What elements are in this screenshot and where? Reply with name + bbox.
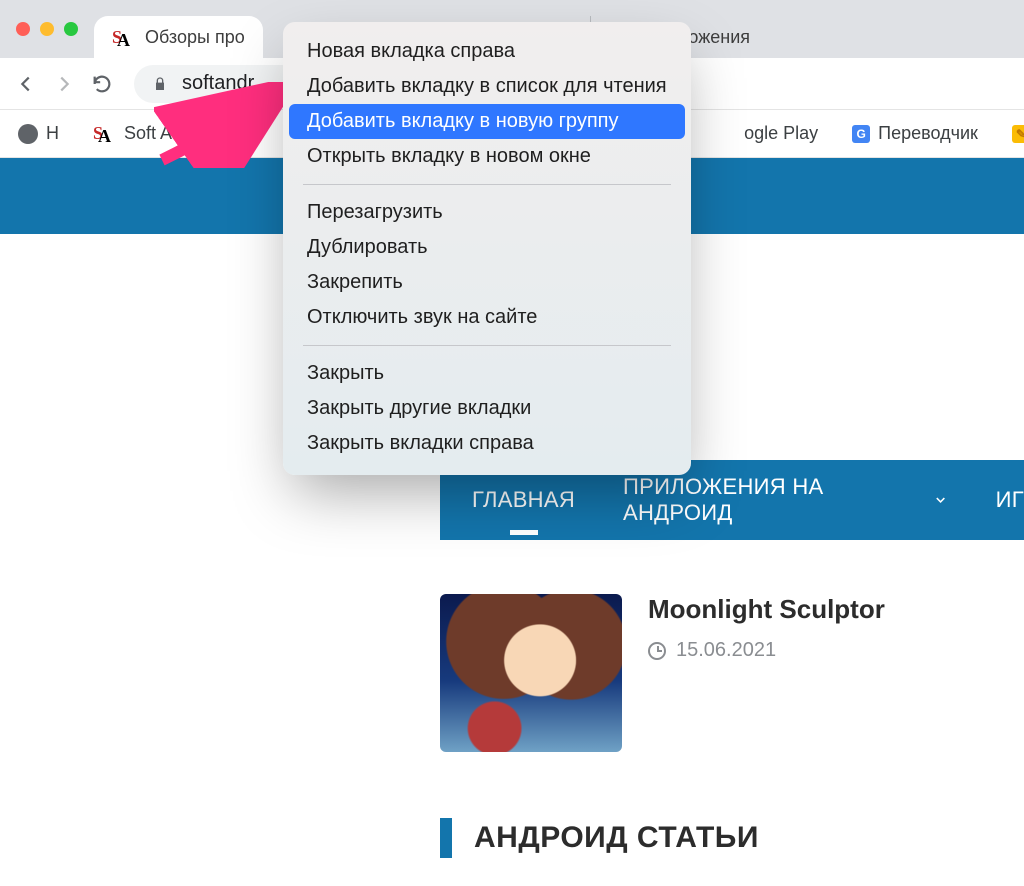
bookmark-label: Переводчик (878, 123, 978, 144)
minimize-window-button[interactable] (40, 22, 54, 36)
back-button[interactable] (14, 72, 38, 96)
favicon-sa-icon: S (93, 123, 116, 144)
tab-active[interactable]: S Обзоры про (94, 16, 263, 58)
translate-icon: G (852, 125, 870, 143)
nav-home[interactable]: ГЛАВНАЯ (472, 487, 575, 513)
ctx-duplicate[interactable]: Дублировать (289, 230, 685, 265)
forward-button[interactable] (52, 72, 76, 96)
section-heading: АНДРОИД СТАТЬИ (440, 818, 759, 858)
ctx-close-right[interactable]: Закрыть вкладки справа (289, 426, 685, 461)
ctx-separator (303, 345, 671, 346)
article-title: Moonlight Sculptor (648, 594, 885, 625)
nav-apps[interactable]: ПРИЛОЖЕНИЯ НА АНДРОИД (623, 474, 948, 526)
heading-text: АНДРОИД СТАТЬИ (474, 821, 759, 855)
bookmark-translate[interactable]: G Переводчик (844, 119, 986, 148)
chevron-down-icon (933, 492, 948, 508)
date-text: 15.06.2021 (676, 639, 776, 662)
article-date: 15.06.2021 (648, 639, 885, 662)
tab-title: Обзоры про (145, 27, 245, 48)
nav-games[interactable]: ИГ (996, 487, 1024, 513)
bookmark-h[interactable]: H (10, 119, 67, 148)
ctx-mute-site[interactable]: Отключить звук на сайте (289, 300, 685, 335)
annotation-arrow (154, 82, 304, 168)
article-card[interactable]: Moonlight Sculptor 15.06.2021 (440, 594, 885, 752)
bookmark-label: H (46, 123, 59, 144)
ctx-open-new-window[interactable]: Открыть вкладку в новом окне (289, 139, 685, 174)
window-controls (0, 0, 94, 58)
keep-icon: ✎ (1012, 125, 1024, 143)
clock-icon (648, 642, 666, 660)
reload-button[interactable] (90, 72, 114, 96)
favicon-sa-icon: S (112, 27, 135, 48)
ctx-reload[interactable]: Перезагрузить (289, 195, 685, 230)
globe-icon (18, 124, 38, 144)
bookmark-go[interactable]: ✎Go (1004, 119, 1024, 148)
nav-label: ПРИЛОЖЕНИЯ НА АНДРОИД (623, 474, 923, 526)
ctx-separator (303, 184, 671, 185)
ctx-close-others[interactable]: Закрыть другие вкладки (289, 391, 685, 426)
article-thumbnail (440, 594, 622, 752)
ctx-add-reading-list[interactable]: Добавить вкладку в список для чтения (289, 69, 685, 104)
ctx-new-tab-right[interactable]: Новая вкладка справа (289, 34, 685, 69)
bookmark-google-play[interactable]: ogle Play (736, 119, 826, 148)
tab-context-menu: Новая вкладка справа Добавить вкладку в … (283, 22, 691, 475)
ctx-pin[interactable]: Закрепить (289, 265, 685, 300)
heading-accent (440, 818, 452, 858)
nav-label: ГЛАВНАЯ (472, 487, 575, 513)
close-window-button[interactable] (16, 22, 30, 36)
nav-label: ИГ (996, 487, 1024, 513)
maximize-window-button[interactable] (64, 22, 78, 36)
ctx-close[interactable]: Закрыть (289, 356, 685, 391)
ctx-add-to-group[interactable]: Добавить вкладку в новую группу (289, 104, 685, 139)
bookmark-label: ogle Play (744, 123, 818, 144)
